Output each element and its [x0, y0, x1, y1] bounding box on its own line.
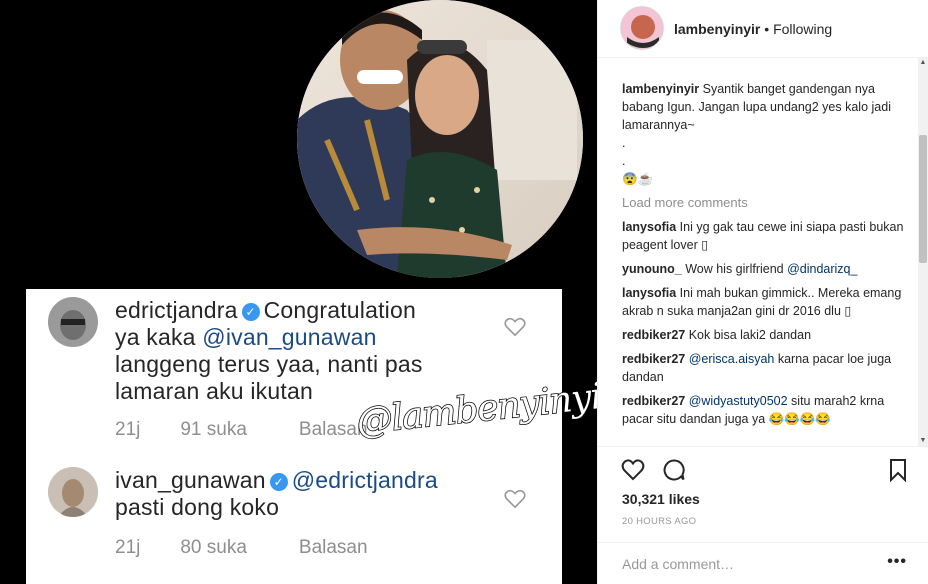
following-button[interactable]: Following — [773, 21, 832, 37]
load-more-comments-link[interactable]: Load more comments — [622, 194, 912, 212]
scroll-up-arrow-icon[interactable]: ▲ — [918, 58, 928, 68]
actions-divider — [598, 446, 928, 447]
comment2-line: pasti dong koko — [115, 494, 280, 520]
comment-item: redbiker27 Kok bisa laki2 dandan — [622, 326, 912, 344]
comment1-username: edrictjandra — [115, 297, 238, 323]
comment-username[interactable]: lanysofia — [622, 286, 676, 300]
comment2-username: ivan_gunawan — [115, 467, 266, 493]
comments-scrollbar[interactable]: ▲ ▼ — [918, 58, 928, 446]
comment-username[interactable]: redbiker27 — [622, 352, 685, 366]
post-caption: lambenyinyir Syantik banget gandengan ny… — [622, 80, 912, 188]
comment2-time: 21j — [115, 537, 141, 558]
likes-count[interactable]: 30,321 likes — [622, 491, 700, 507]
add-comment-bar: Add a comment… ••• — [598, 542, 928, 584]
comment1-line3: langgeng terus yaa, nanti pas — [115, 351, 423, 377]
post-image: edrictjandra ✓ Congratulation ya kaka @iva… — [0, 0, 597, 584]
comment1-mention: @ivan_gunawan — [202, 324, 377, 350]
caption-username[interactable]: lambenyinyir — [622, 82, 699, 96]
like-heart-icon[interactable] — [621, 458, 645, 482]
comment-mention[interactable]: @dindarizq_ — [787, 262, 857, 276]
comment-mention[interactable]: @erisca.aisyah — [689, 352, 775, 366]
edrictjandra-avatar — [48, 297, 98, 347]
comment1-time: 21j — [115, 419, 141, 440]
post-sidebar: lambenyinyir • Following lambenyinyir Sy… — [597, 0, 928, 584]
comment2-reply: Balasan — [298, 537, 368, 558]
comment-item: lanysofia Ini mah bukan gimmick.. Mereka… — [622, 284, 912, 320]
screenshot-comment-card: edrictjandra ✓ Congratulation ya kaka @iva… — [26, 289, 562, 584]
more-options-icon[interactable]: ••• — [887, 553, 907, 571]
comment-item: redbiker27 @erisca.aisyah karna pacar lo… — [622, 350, 912, 386]
comment-bubble-icon[interactable] — [662, 458, 686, 482]
post-header: lambenyinyir • Following — [598, 0, 928, 58]
header-username[interactable]: lambenyinyir — [674, 21, 760, 37]
comment-text: Kok bisa laki2 dandan — [688, 328, 812, 342]
comment2-likes: 80 suka — [180, 537, 247, 558]
caption-emoji: 😨☕ — [622, 172, 654, 186]
caption-dot2: . — [622, 154, 626, 168]
comment-username[interactable]: yunouno_ — [622, 262, 682, 276]
comment1-line1: Congratulation — [263, 297, 416, 323]
comment1-likes: 91 suka — [180, 419, 247, 440]
comment2-mention: @edrictjandra — [291, 467, 438, 493]
comment2-text: ivan_gunawan ✓ @edrictjandra pasti dong ko… — [115, 467, 438, 521]
comment1-text: edrictjandra ✓ Congratulation ya kaka @iva… — [115, 297, 423, 405]
add-comment-input[interactable]: Add a comment… — [622, 556, 734, 572]
heart-icon — [504, 317, 526, 337]
scroll-down-arrow-icon[interactable]: ▼ — [918, 436, 928, 446]
comment-item: yunouno_ Wow his girlfriend @dindarizq_ — [622, 260, 912, 278]
comment-username[interactable]: redbiker27 — [622, 394, 685, 408]
comment-text: Wow his girlfriend — [685, 262, 788, 276]
comment-username[interactable]: redbiker27 — [622, 328, 685, 342]
comment-item: lanysofia Ini yg gak tau cewe ini siapa … — [622, 218, 912, 254]
comment-username[interactable]: lanysofia — [622, 220, 676, 234]
save-bookmark-icon[interactable] — [886, 458, 910, 482]
comments-list: lambenyinyir Syantik banget gandengan ny… — [622, 80, 912, 445]
ivan-gunawan-avatar — [48, 467, 98, 517]
caption-dot1: . — [622, 136, 626, 150]
comment2-meta: 21j 80 suka Balasan — [115, 537, 408, 559]
post-timestamp: 20 HOURS AGO — [622, 516, 697, 527]
verified-icon: ✓ — [269, 473, 288, 491]
comment-mention[interactable]: @widyastuty0502 — [689, 394, 788, 408]
comment1-line2: ya kaka — [115, 324, 203, 350]
verified-icon: ✓ — [241, 303, 260, 321]
heart-icon — [504, 489, 526, 509]
comment1-line4: lamaran aku ikutan — [115, 378, 313, 404]
scroll-thumb[interactable] — [919, 135, 927, 263]
profile-avatar[interactable] — [620, 6, 664, 50]
comment-item: redbiker27 @widyastuty0502 situ marah2 k… — [622, 392, 912, 428]
header-separator: • — [764, 21, 770, 37]
couple-photo — [297, 0, 583, 278]
header-user-line: lambenyinyir • Following — [674, 21, 832, 37]
